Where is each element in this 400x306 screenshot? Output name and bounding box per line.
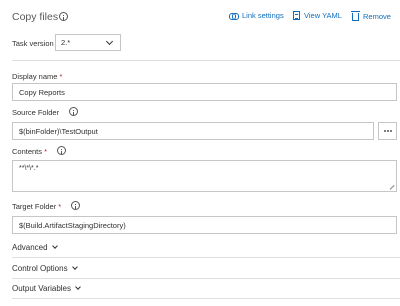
chevron-down-icon — [105, 37, 114, 46]
task-version-select[interactable]: 2.* — [55, 34, 121, 51]
link-settings-button[interactable]: Link settings — [229, 11, 284, 20]
divider — [12, 298, 400, 299]
required-marker: * — [59, 72, 63, 81]
display-name-label-text: Display name — [12, 72, 58, 81]
link-settings-label: Link settings — [242, 11, 284, 20]
output-variables-label: Output Variables — [12, 284, 71, 293]
task-version-value: 2.* — [61, 38, 71, 47]
control-options-section-toggle[interactable]: Control Options — [12, 263, 78, 273]
more-icon-dot — [389, 130, 392, 132]
target-folder-input[interactable]: $(Build.ArtifactStagingDirectory) — [12, 216, 397, 234]
task-version-label: Task version — [12, 39, 54, 48]
source-folder-label-text: Source Folder — [12, 108, 60, 117]
contents-value: **\*\*.* — [19, 165, 39, 172]
source-folder-label: Source Folder — [12, 107, 79, 117]
output-variables-section-toggle[interactable]: Output Variables — [12, 283, 81, 293]
chevron-down-icon — [75, 283, 81, 290]
trash-icon — [351, 11, 360, 21]
view-yaml-label: View YAML — [304, 11, 342, 20]
document-icon — [293, 11, 300, 20]
info-icon[interactable] — [69, 107, 79, 116]
more-icon-dot — [386, 130, 389, 132]
required-marker: * — [58, 202, 62, 211]
contents-textarea[interactable]: **\*\*.* — [12, 160, 397, 192]
info-icon[interactable] — [59, 12, 68, 21]
contents-label-text: Contents — [12, 147, 43, 156]
remove-button[interactable]: Remove — [351, 11, 391, 21]
divider — [12, 60, 400, 61]
divider — [12, 257, 400, 258]
resize-handle[interactable] — [390, 185, 395, 190]
chevron-down-icon — [51, 242, 58, 249]
more-icon — [383, 130, 386, 132]
link-icon — [229, 12, 239, 20]
browse-button[interactable] — [378, 122, 397, 140]
advanced-section-toggle[interactable]: Advanced — [12, 242, 58, 252]
task-title: Copy files — [12, 11, 59, 23]
remove-label: Remove — [363, 11, 391, 21]
display-name-label: Display name * — [12, 72, 62, 81]
advanced-label: Advanced — [12, 243, 48, 252]
source-folder-input[interactable]: $(binFolder)\TestOutput — [12, 122, 374, 140]
display-name-input[interactable]: Copy Reports — [12, 83, 397, 101]
target-folder-label-text: Target Folder — [12, 202, 57, 211]
chevron-down-icon — [71, 263, 78, 270]
control-options-label: Control Options — [12, 264, 68, 273]
view-yaml-button[interactable]: View YAML — [293, 11, 342, 20]
divider — [12, 278, 400, 279]
contents-label: Contents * — [12, 146, 67, 156]
required-marker: * — [44, 147, 48, 156]
info-icon[interactable] — [71, 201, 81, 210]
info-icon[interactable] — [57, 146, 67, 155]
target-folder-label: Target Folder * — [12, 201, 81, 211]
